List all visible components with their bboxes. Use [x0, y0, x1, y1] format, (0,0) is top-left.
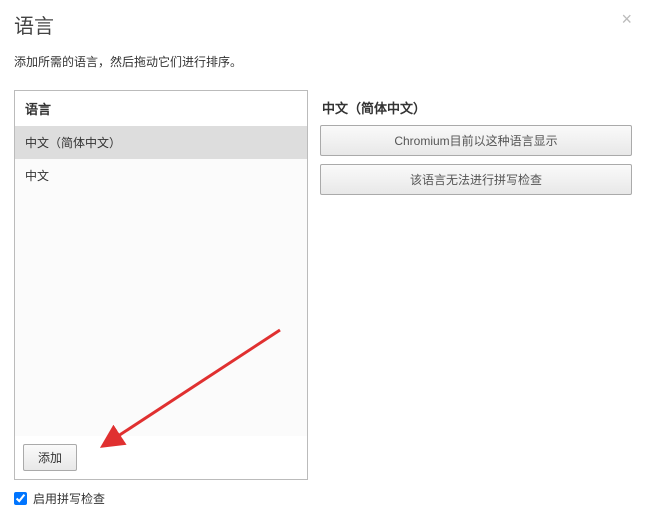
- page-title: 语言: [14, 10, 632, 39]
- spellcheck-enable-label: 启用拼写检查: [33, 490, 105, 507]
- display-status-button[interactable]: Chromium目前以这种语言显示: [320, 125, 632, 156]
- spellcheck-enable-checkbox[interactable]: [14, 492, 27, 505]
- language-list-header: 语言: [15, 91, 307, 126]
- language-detail-panel: 中文（简体中文） Chromium目前以这种语言显示 该语言无法进行拼写检查: [320, 90, 632, 480]
- list-item[interactable]: 中文: [15, 159, 307, 192]
- selected-language-header: 中文（简体中文）: [320, 90, 632, 125]
- language-list-panel: 语言 中文（简体中文） 中文 添加: [14, 90, 308, 480]
- list-item[interactable]: 中文（简体中文）: [15, 126, 307, 159]
- page-description: 添加所需的语言，然后拖动它们进行排序。: [14, 53, 632, 70]
- spellcheck-status-button[interactable]: 该语言无法进行拼写检查: [320, 164, 632, 195]
- close-icon[interactable]: ×: [621, 10, 632, 28]
- add-button[interactable]: 添加: [23, 444, 77, 471]
